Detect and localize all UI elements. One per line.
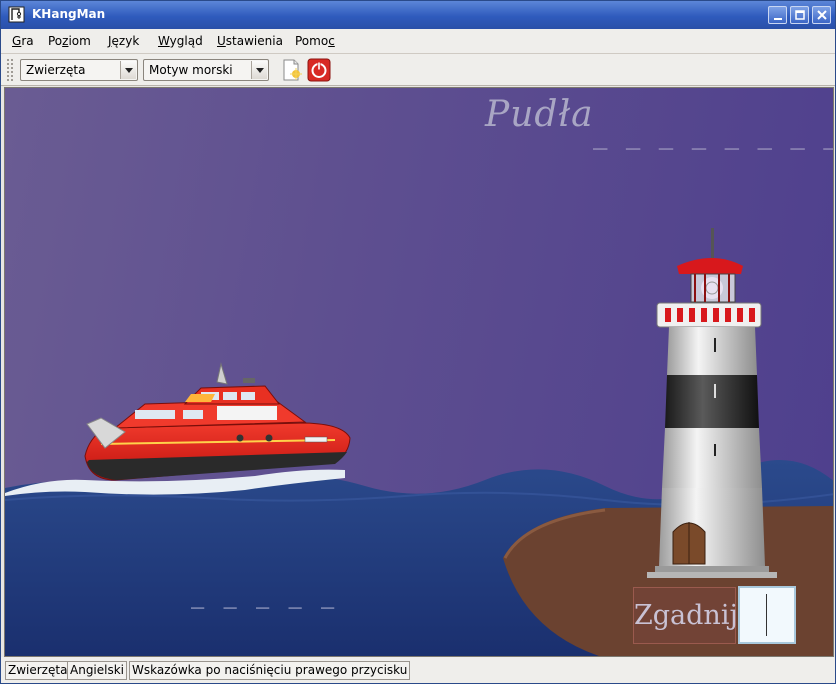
menu-wyglad[interactable]: Wygląd	[158, 34, 203, 48]
maximize-button[interactable]	[790, 6, 809, 24]
chevron-down-icon	[120, 61, 136, 79]
new-document-icon	[283, 59, 302, 81]
sea-scene	[5, 228, 833, 656]
misses-slots: _ _ _ _ _ _ _ _ _ _	[593, 122, 833, 150]
hidden-word: _ _ _ _ _	[191, 584, 338, 609]
status-language: Angielski	[67, 661, 128, 680]
category-combo[interactable]: Zwierzęta	[20, 59, 138, 81]
menu-poziom[interactable]: Poziom	[48, 34, 91, 48]
maximize-icon	[795, 10, 805, 20]
app-icon	[8, 6, 25, 23]
window-title: KHangMan	[32, 7, 106, 21]
toolbar-grip[interactable]	[6, 58, 14, 82]
minimize-icon	[774, 18, 782, 20]
lighthouse	[647, 228, 777, 578]
game-canvas: Pudła _ _ _ _ _ _ _ _ _ _ _ _ _ _ _ Zgad…	[4, 87, 834, 657]
guess-button[interactable]: Zgadnij	[633, 587, 738, 644]
menu-ustawienia[interactable]: Ustawienia	[217, 34, 283, 48]
status-hint: Wskazówka po naciśnięciu prawego przycis…	[129, 661, 411, 680]
theme-combo[interactable]: Motyw morski	[143, 59, 269, 81]
toolbar: Zwierzęta Motyw morski	[1, 54, 835, 86]
menu-pomoc[interactable]: Pomoc	[295, 34, 335, 48]
chevron-down-icon	[251, 61, 267, 79]
menu-jezyk[interactable]: Język	[108, 34, 139, 48]
text-caret	[766, 594, 767, 636]
close-icon	[817, 10, 827, 20]
power-icon	[307, 58, 331, 82]
status-bar: Zwierzęta Angielski Wskazówka po naciśni…	[1, 657, 835, 683]
menu-bar: Gra Poziom Język Wygląd Ustawienia Pomoc	[1, 29, 835, 54]
title-bar[interactable]: KHangMan	[1, 1, 835, 29]
close-button[interactable]	[812, 6, 831, 24]
quit-button[interactable]	[307, 58, 331, 82]
category-value: Zwierzęta	[26, 63, 86, 77]
status-category: Zwierzęta	[5, 661, 71, 680]
misses-label: Pudła	[485, 94, 594, 135]
minimize-button[interactable]	[768, 6, 787, 24]
new-game-button[interactable]	[279, 58, 303, 82]
boat	[84, 362, 351, 481]
khangman-window: KHangMan Gra Poziom Język Wygląd Ustawie…	[0, 0, 836, 684]
guess-input[interactable]	[738, 586, 796, 644]
menu-gra[interactable]: Gra	[12, 34, 34, 48]
theme-value: Motyw morski	[149, 63, 233, 77]
